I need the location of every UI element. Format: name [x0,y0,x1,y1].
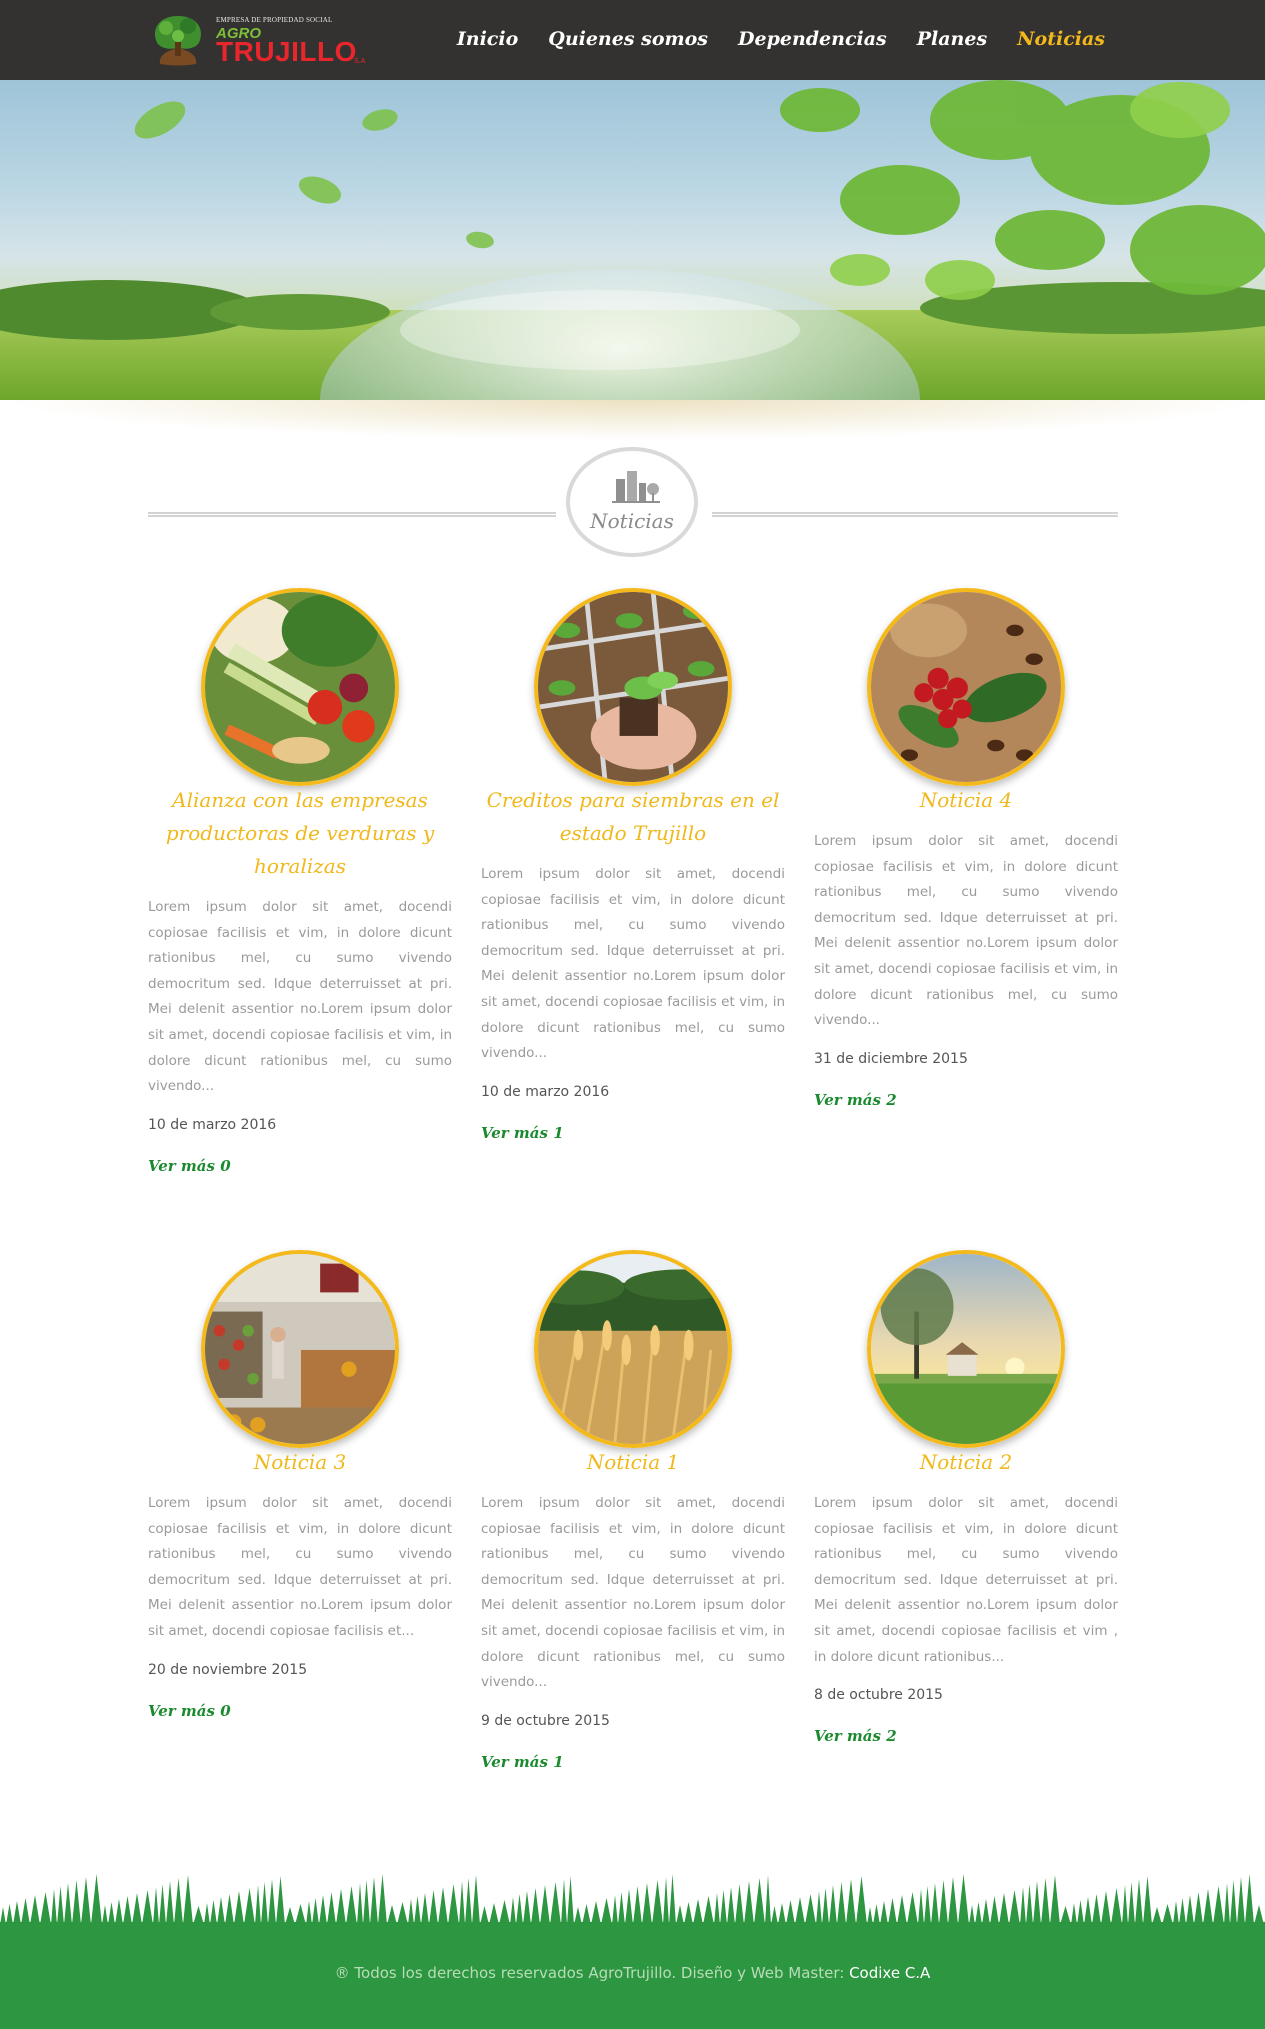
news-title[interactable]: Noticia 2 [814,1446,1118,1479]
news-image[interactable] [534,1250,732,1448]
wheat-field-photo [538,1254,728,1444]
main-nav: Inicio Quienes somos Dependencias Planes… [457,28,1105,50]
news-image[interactable] [201,588,399,786]
nav-planes[interactable]: Planes [917,28,987,50]
news-excerpt: Lorem ipsum dolor sit amet, docendi copi… [814,1495,1118,1665]
news-excerpt: Lorem ipsum dolor sit amet, docendi copi… [481,1495,785,1691]
news-title[interactable]: Noticia 3 [148,1446,452,1479]
webmaster-link[interactable]: Codixe C.A [849,1964,930,1982]
tree-logo-icon [154,16,202,66]
news-title[interactable]: Noticia 4 [814,784,1118,817]
logo-trujillo-text: TRUJILLO [216,36,357,67]
news-image[interactable] [867,588,1065,786]
read-more-link[interactable]: Ver más 0 [148,1157,231,1175]
news-excerpt: Lorem ipsum dolor sit amet, docendi copi… [814,833,1118,1029]
news-excerpt: Lorem ipsum dolor sit amet, docendi copi… [148,899,452,1095]
news-date: 31 de diciembre 2015 [814,1050,968,1067]
market-photo [205,1254,395,1444]
news-image[interactable] [201,1250,399,1448]
nav-quienes-somos[interactable]: Quienes somos [548,28,708,50]
section-title: Noticias [590,509,674,533]
read-more-link[interactable]: Ver más 2 [814,1727,897,1745]
copyright-text: ® Todos los derechos reservados AgroTruj… [334,1964,845,1982]
nature-globe-illustration [0,80,1265,400]
read-more-link[interactable]: Ver más 2 [814,1091,897,1109]
nav-noticias[interactable]: Noticias [1017,28,1105,50]
news-excerpt: Lorem ipsum dolor sit amet, docendi copi… [148,1495,452,1639]
divider-right [712,512,1118,517]
read-more-link[interactable]: Ver más 1 [481,1124,564,1142]
news-date: 20 de noviembre 2015 [148,1661,308,1678]
vegetables-photo [205,592,395,782]
footer-copyright: ® Todos los derechos reservados AgroTruj… [0,1964,1265,1982]
divider-left [148,512,556,517]
city-buildings-icon [612,471,660,503]
agrotrujillo-logo[interactable]: EMPRESA DE PROPIEDAD SOCIAL AGRO TRUJILL… [148,8,365,70]
read-more-link[interactable]: Ver más 1 [481,1753,564,1771]
news-title[interactable]: Noticia 1 [481,1446,785,1479]
footer: ® Todos los derechos reservados AgroTruj… [0,1870,1265,2029]
news-image[interactable] [534,588,732,786]
logo-tagline: EMPRESA DE PROPIEDAD SOCIAL [216,16,333,24]
news-date: 10 de marzo 2016 [148,1116,277,1133]
hero-shadow [0,400,1265,440]
news-excerpt: Lorem ipsum dolor sit amet, docendi copi… [481,866,785,1062]
nav-dependencias[interactable]: Dependencias [738,28,887,50]
top-navbar: EMPRESA DE PROPIEDAD SOCIAL AGRO TRUJILL… [0,0,1265,80]
hero-banner-image [0,80,1265,400]
read-more-link[interactable]: Ver más 0 [148,1702,231,1720]
nav-inicio[interactable]: Inicio [457,28,518,50]
logo-suffix: S.A [354,58,366,65]
news-image[interactable] [867,1250,1065,1448]
news-date: 9 de octubre 2015 [481,1712,610,1729]
news-date: 8 de octubre 2015 [814,1687,943,1704]
seedlings-photo [538,592,728,782]
section-title-badge: Noticias [566,447,698,557]
news-title[interactable]: Creditos para siembras en el estado Truj… [481,784,785,850]
news-title[interactable]: Alianza con las empresas productoras de … [148,784,452,883]
countryside-sunset-photo [871,1254,1061,1444]
coffee-cherries-photo [871,592,1061,782]
news-date: 10 de marzo 2016 [481,1083,610,1100]
